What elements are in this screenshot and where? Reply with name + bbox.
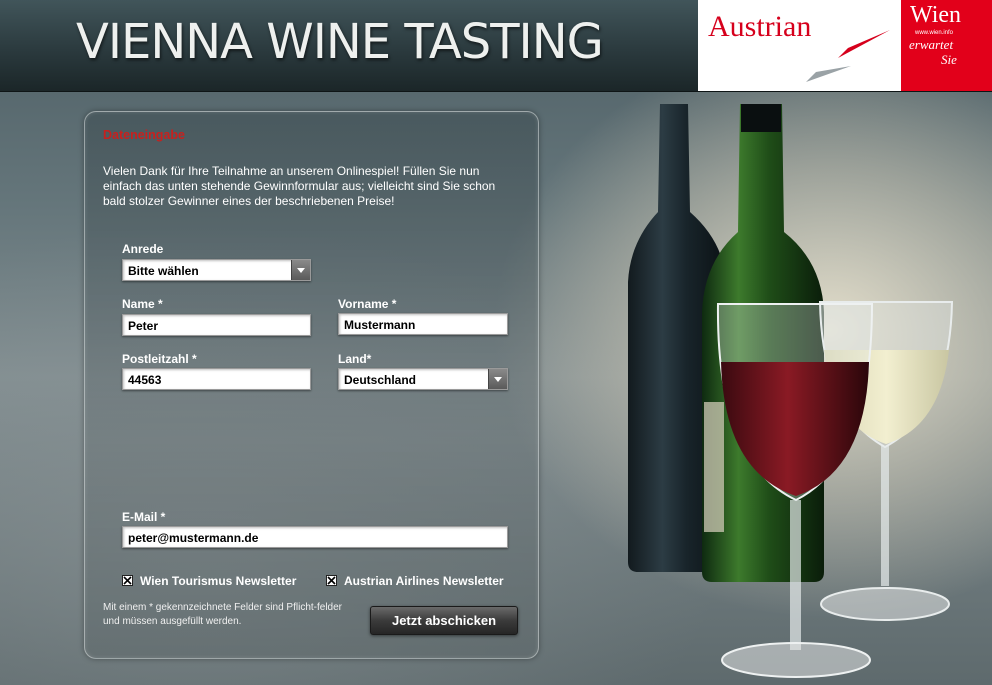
anrede-value: Bitte wählen [128,264,199,278]
page-title: VIENNA WINE TASTING [76,14,604,70]
land-value: Deutschland [344,373,417,387]
wien-logo-url: www.wien.info [915,30,954,36]
email-label: E-Mail * [122,510,166,524]
name-label: Name * [122,297,163,311]
wien-logo-slogan: erwartet [909,37,954,52]
cross-mark-icon [327,576,336,585]
entry-form-panel: Dateneingabe Vielen Dank für Ihre Teilna… [84,111,539,659]
austrian-arrow-icon [806,30,890,82]
vorname-input[interactable]: Mustermann [338,313,508,335]
header-bar: VIENNA WINE TASTING Austrian Wien www.wi… [0,0,992,92]
name-input[interactable]: Peter [122,314,311,336]
required-fields-note: Mit einem * gekennzeichnete Felder sind … [103,602,343,627]
chevron-down-icon[interactable] [488,369,507,389]
wien-logo-text: Wien [910,2,962,28]
wine-bottles-and-glasses-image [628,104,954,678]
wien-newsletter-checkbox[interactable] [122,575,133,586]
anrede-select[interactable]: Bitte wählen [122,259,311,281]
section-title: Dateneingabe [103,128,185,142]
email-input[interactable]: peter@mustermann.de [122,526,508,548]
wien-logo[interactable]: Wien www.wien.info erwartet Sie [901,0,992,91]
vorname-label: Vorname * [338,297,397,311]
anrede-label: Anrede [122,242,164,256]
land-label: Land* [338,352,372,366]
postleitzahl-label: Postleitzahl * [122,352,197,366]
austrian-newsletter-checkbox[interactable] [326,575,337,586]
cross-mark-icon [123,576,132,585]
wien-newsletter-label[interactable]: Wien Tourismus Newsletter [140,574,296,588]
submit-button[interactable]: Jetzt abschicken [370,606,518,635]
land-select[interactable]: Deutschland [338,368,508,390]
austrian-newsletter-label[interactable]: Austrian Airlines Newsletter [344,574,504,588]
wien-logo-slogan-2: Sie [941,52,957,67]
chevron-down-icon[interactable] [291,260,310,280]
postleitzahl-input[interactable]: 44563 [122,368,311,390]
austrian-airlines-logo[interactable]: Austrian [698,0,901,91]
intro-text: Vielen Dank für Ihre Teilnahme an unsere… [103,164,496,208]
